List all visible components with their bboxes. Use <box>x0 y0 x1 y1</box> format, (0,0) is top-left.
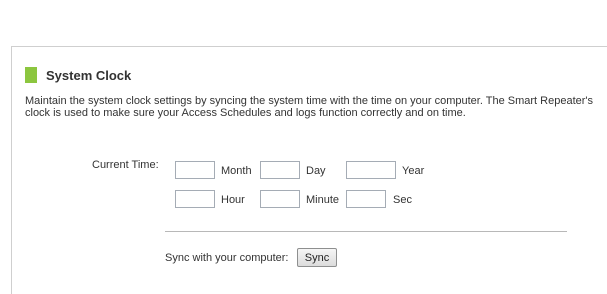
sync-button[interactable]: Sync <box>297 248 337 267</box>
section-title: System Clock <box>46 67 132 83</box>
minute-input[interactable] <box>260 190 300 208</box>
sec-input[interactable] <box>346 190 386 208</box>
hour-caption: Hour <box>221 194 245 206</box>
minute-caption: Minute <box>306 194 340 206</box>
section-marker-icon <box>25 67 37 83</box>
current-time-label: Current Time: <box>92 159 159 171</box>
section-divider <box>165 231 567 232</box>
system-clock-panel: System Clock Maintain the system clock s… <box>11 46 607 294</box>
sync-label: Sync with your computer: <box>165 252 289 264</box>
day-caption: Day <box>306 165 326 177</box>
sec-caption: Sec <box>393 194 412 206</box>
year-input[interactable] <box>346 161 396 179</box>
section-description: Maintain the system clock settings by sy… <box>25 95 594 119</box>
month-input[interactable] <box>175 161 215 179</box>
hour-input[interactable] <box>175 190 215 208</box>
year-caption: Year <box>402 165 425 177</box>
month-caption: Month <box>221 165 252 177</box>
section-header: System Clock <box>25 67 131 83</box>
day-input[interactable] <box>260 161 300 179</box>
